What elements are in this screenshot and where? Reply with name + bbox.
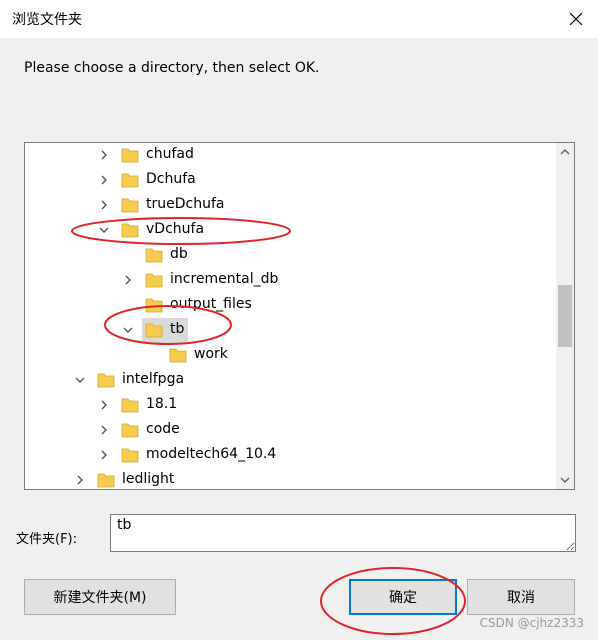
tree-item-label: Dchufa <box>146 171 196 187</box>
folder-icon <box>121 173 139 188</box>
chevron-right-icon[interactable] <box>121 273 135 287</box>
tree-item-label: db <box>170 246 188 262</box>
tree-item-intelfpga[interactable]: intelfpga <box>25 368 555 393</box>
folder-icon <box>121 448 139 463</box>
window-title: 浏览文件夹 <box>12 12 82 28</box>
folder-icon <box>97 473 115 488</box>
chevron-up-icon <box>560 149 570 155</box>
chevron-right-icon[interactable] <box>97 448 111 462</box>
chevron-down-icon <box>560 477 570 483</box>
tree-item-incremental-db[interactable]: incremental_db <box>25 268 555 293</box>
new-folder-button[interactable]: 新建文件夹(M) <box>24 579 176 615</box>
folder-icon <box>121 423 139 438</box>
chevron-right-icon[interactable] <box>97 423 111 437</box>
tree-item-dchufa[interactable]: Dchufa <box>25 168 555 193</box>
tree-item-output-files[interactable]: output_files <box>25 293 555 318</box>
close-icon <box>569 12 583 26</box>
tree-item-modeltech64[interactable]: modeltech64_10.4 <box>25 443 555 468</box>
chevron-right-icon[interactable] <box>73 473 87 487</box>
folder-icon <box>121 398 139 413</box>
scroll-up-button[interactable] <box>556 143 574 161</box>
scroll-thumb[interactable] <box>558 285 572 347</box>
chevron-right-icon[interactable] <box>97 148 111 162</box>
tree-item-label: work <box>194 346 228 362</box>
folder-icon <box>145 248 163 263</box>
chevron-down-icon[interactable] <box>121 323 135 337</box>
tree-item-label: ledlight <box>122 471 175 487</box>
title-bar: 浏览文件夹 <box>0 0 598 38</box>
tree-item-label: tb <box>170 321 185 337</box>
tree-item-chufad[interactable]: chufad <box>25 143 555 168</box>
tree-item-db[interactable]: db <box>25 243 555 268</box>
tree-item-vdchufa[interactable]: vDchufa <box>25 218 555 243</box>
tree-item-code[interactable]: code <box>25 418 555 443</box>
vertical-scrollbar[interactable] <box>556 143 574 489</box>
folder-icon <box>121 148 139 163</box>
tree-item-label: vDchufa <box>146 221 205 237</box>
cancel-button[interactable]: 取消 <box>467 579 575 615</box>
chevron-down-icon[interactable] <box>97 223 111 237</box>
chevron-right-icon[interactable] <box>97 398 111 412</box>
tree-item-18-1[interactable]: 18.1 <box>25 393 555 418</box>
ok-button[interactable]: 确定 <box>349 579 457 615</box>
tree-item-ledlight[interactable]: ledlight <box>25 468 555 489</box>
chevron-right-icon[interactable] <box>97 198 111 212</box>
tree-item-label: incremental_db <box>170 271 279 287</box>
tree-item-truedchufa[interactable]: trueDchufa <box>25 193 555 218</box>
folder-icon <box>169 348 187 363</box>
folder-icon <box>145 323 163 338</box>
folder-icon <box>145 273 163 288</box>
tree-item-label: modeltech64_10.4 <box>146 446 277 462</box>
tree-item-label: trueDchufa <box>146 196 225 212</box>
tree-item-label: chufad <box>146 146 194 162</box>
tree-item-label: intelfpga <box>122 371 185 387</box>
folder-icon <box>121 223 139 238</box>
instruction-text: Please choose a directory, then select O… <box>24 60 320 76</box>
close-button[interactable] <box>560 4 592 34</box>
chevron-down-icon[interactable] <box>73 373 87 387</box>
tree-item-work[interactable]: work <box>25 343 555 368</box>
folder-tree[interactable]: chufad Dchufa trueDchufa vDchufa db incr… <box>24 142 575 490</box>
tree-item-tb[interactable]: tb <box>25 318 555 343</box>
folder-input[interactable]: tb <box>110 514 576 552</box>
folder-field-label: 文件夹(F): <box>16 532 78 547</box>
tree-item-label: 18.1 <box>146 396 178 412</box>
chevron-right-icon[interactable] <box>97 173 111 187</box>
tree-item-label: output_files <box>170 296 252 312</box>
scroll-down-button[interactable] <box>556 471 574 489</box>
folder-icon <box>121 198 139 213</box>
folder-icon <box>97 373 115 388</box>
watermark: CSDN @cjhz2333 <box>479 616 584 630</box>
folder-icon <box>145 298 163 313</box>
tree-item-label: code <box>146 421 180 437</box>
